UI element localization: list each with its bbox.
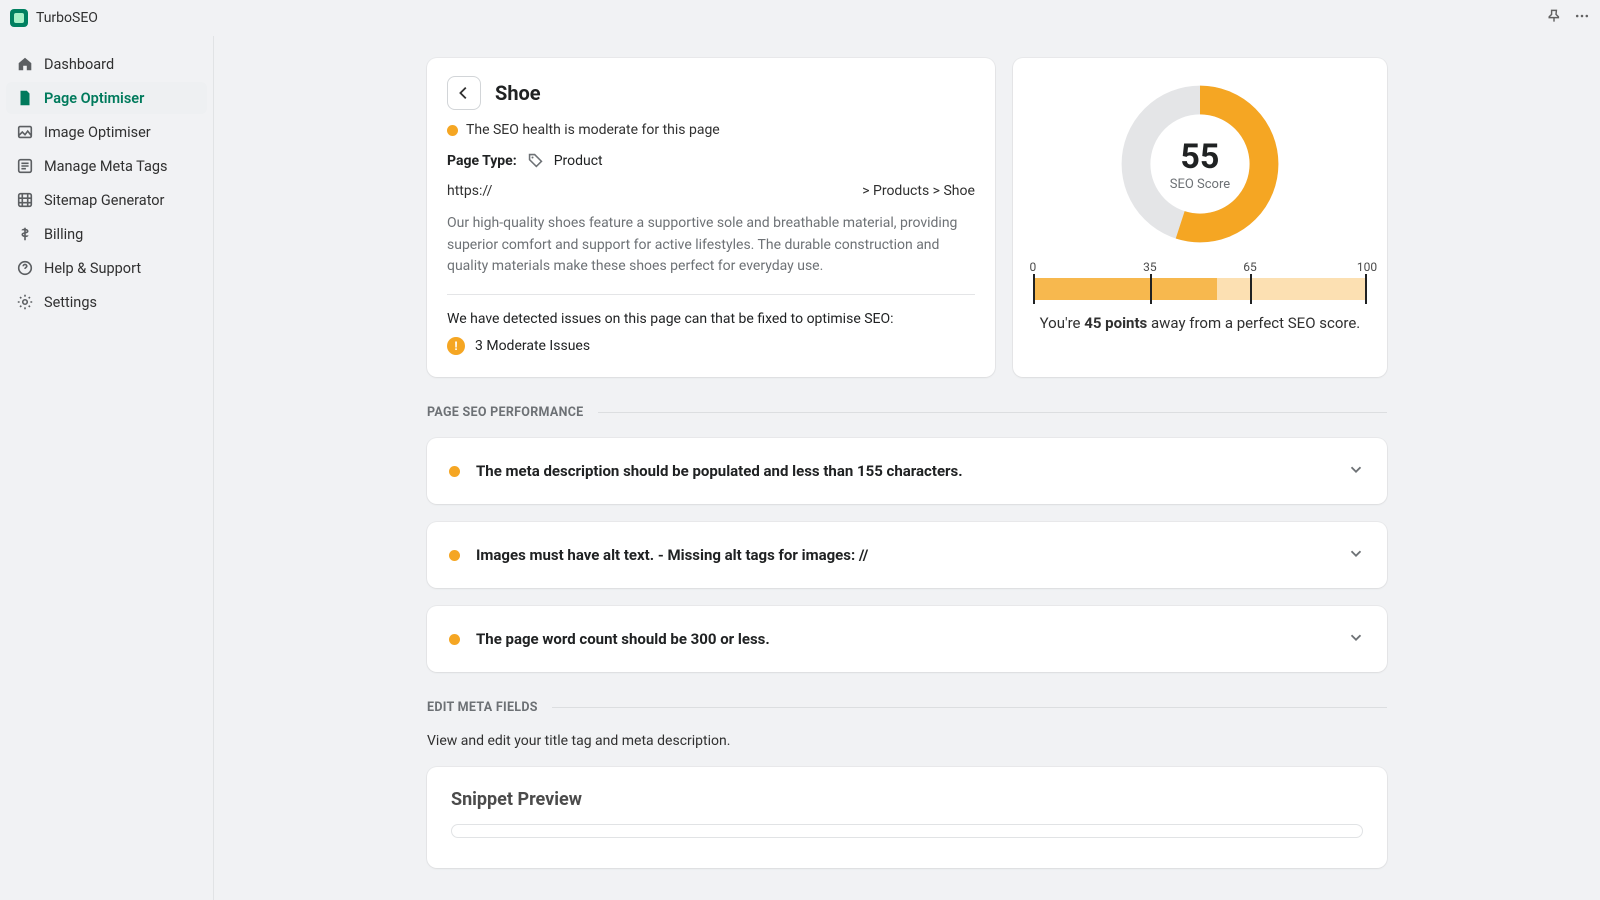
score-value: 55 [1180, 137, 1219, 177]
more-icon[interactable] [1574, 8, 1590, 28]
status-dot-icon [449, 634, 460, 645]
topbar: TurboSEO [0, 0, 1600, 36]
issue-row[interactable]: The meta description should be populated… [427, 438, 1387, 504]
sidebar: Dashboard Page Optimiser Image Optimiser… [0, 36, 214, 900]
section-heading-performance: PAGE SEO PERFORMANCE [427, 405, 1387, 420]
page-type-row: Page Type: Product [447, 152, 975, 169]
sidebar-item-help-support[interactable]: Help & Support [6, 252, 207, 284]
sidebar-item-label: Page Optimiser [44, 90, 144, 107]
warning-badge-icon: ! [447, 337, 465, 355]
section-heading-text: EDIT META FIELDS [427, 700, 538, 715]
ruler-tick [1365, 274, 1367, 304]
ruler-tick [1250, 274, 1252, 304]
sidebar-item-label: Manage Meta Tags [44, 158, 168, 175]
page-icon [16, 89, 34, 107]
url-protocol: https:// [447, 183, 492, 199]
page-summary-card: Shoe The SEO health is moderate for this… [427, 58, 995, 377]
score-away-line: You're 45 points away from a perfect SEO… [1040, 314, 1361, 332]
issue-title: The page word count should be 300 or les… [476, 630, 1331, 648]
away-prefix: You're [1040, 314, 1085, 332]
chevron-down-icon [1347, 460, 1365, 482]
sidebar-item-label: Dashboard [44, 56, 114, 73]
issue-title: Images must have alt text. - Missing alt… [476, 546, 1331, 564]
page-title: Shoe [495, 81, 541, 105]
settings-icon [16, 293, 34, 311]
seo-health-text: The SEO health is moderate for this page [466, 122, 720, 138]
ruler-tick-label: 100 [1357, 260, 1377, 274]
page-type-value: Product [554, 153, 603, 169]
sidebar-item-dashboard[interactable]: Dashboard [6, 48, 207, 80]
page-description: Our high-quality shoes feature a support… [447, 213, 975, 278]
away-points: 45 points [1084, 314, 1147, 332]
image-icon [16, 123, 34, 141]
divider [598, 412, 1387, 413]
score-ruler: 0 35 65 100 [1033, 260, 1367, 300]
ruler-tick [1150, 274, 1152, 304]
app-title: TurboSEO [36, 10, 98, 26]
tags-icon [16, 157, 34, 175]
snippet-preview-title: Snippet Preview [451, 789, 1363, 810]
ruler-tick [1033, 274, 1035, 304]
divider [552, 707, 1387, 708]
score-gauge: 55 SEO Score [1120, 84, 1280, 244]
home-icon [16, 55, 34, 73]
pin-icon[interactable] [1546, 8, 1562, 28]
back-button[interactable] [447, 76, 481, 110]
sidebar-item-label: Settings [44, 294, 97, 311]
chevron-down-icon [1347, 628, 1365, 650]
sidebar-item-sitemap-generator[interactable]: Sitemap Generator [6, 184, 207, 216]
status-dot-icon [449, 550, 460, 561]
sidebar-item-label: Help & Support [44, 260, 141, 277]
away-suffix: away from a perfect SEO score. [1147, 314, 1360, 332]
ruler-tick-label: 0 [1030, 260, 1037, 274]
snippet-preview-box [451, 824, 1363, 838]
status-dot-icon [447, 125, 458, 136]
topbar-actions [1546, 8, 1590, 28]
help-icon [16, 259, 34, 277]
billing-icon [16, 225, 34, 243]
main-content: Shoe The SEO health is moderate for this… [214, 36, 1600, 900]
issue-row[interactable]: Images must have alt text. - Missing alt… [427, 522, 1387, 588]
tag-icon [527, 152, 544, 169]
issue-title: The meta description should be populated… [476, 462, 1331, 480]
section-heading-meta: EDIT META FIELDS [427, 700, 1387, 715]
issues-summary-text: 3 Moderate Issues [475, 338, 590, 354]
issues-summary-pill: ! 3 Moderate Issues [447, 337, 975, 355]
seo-score-card: 55 SEO Score 0 35 65 100 [1013, 58, 1387, 377]
page-type-label: Page Type: [447, 153, 517, 169]
sidebar-item-image-optimiser[interactable]: Image Optimiser [6, 116, 207, 148]
snippet-preview-card: Snippet Preview [427, 767, 1387, 868]
sidebar-item-settings[interactable]: Settings [6, 286, 207, 318]
ruler-tick-label: 65 [1243, 260, 1257, 274]
ruler-tick-label: 35 [1143, 260, 1157, 274]
app-logo-icon [10, 9, 28, 27]
sidebar-item-billing[interactable]: Billing [6, 218, 207, 250]
sidebar-item-manage-meta-tags[interactable]: Manage Meta Tags [6, 150, 207, 182]
section-heading-text: PAGE SEO PERFORMANCE [427, 405, 584, 420]
issues-detected-intro: We have detected issues on this page can… [447, 311, 975, 327]
divider [447, 294, 975, 295]
seo-health-row: The SEO health is moderate for this page [447, 122, 975, 138]
sitemap-icon [16, 191, 34, 209]
sidebar-item-page-optimiser[interactable]: Page Optimiser [6, 82, 207, 114]
issue-row[interactable]: The page word count should be 300 or les… [427, 606, 1387, 672]
status-dot-icon [449, 466, 460, 477]
score-label: SEO Score [1170, 177, 1230, 192]
page-url-row: https:// > Products > Shoe [447, 183, 975, 199]
sidebar-item-label: Image Optimiser [44, 124, 151, 141]
sidebar-item-label: Billing [44, 226, 83, 243]
url-breadcrumbs: > Products > Shoe [862, 183, 975, 199]
sidebar-item-label: Sitemap Generator [44, 192, 164, 209]
chevron-down-icon [1347, 544, 1365, 566]
meta-intro-text: View and edit your title tag and meta de… [427, 733, 1387, 749]
app-brand: TurboSEO [10, 9, 98, 27]
ruler-fill [1033, 278, 1217, 300]
